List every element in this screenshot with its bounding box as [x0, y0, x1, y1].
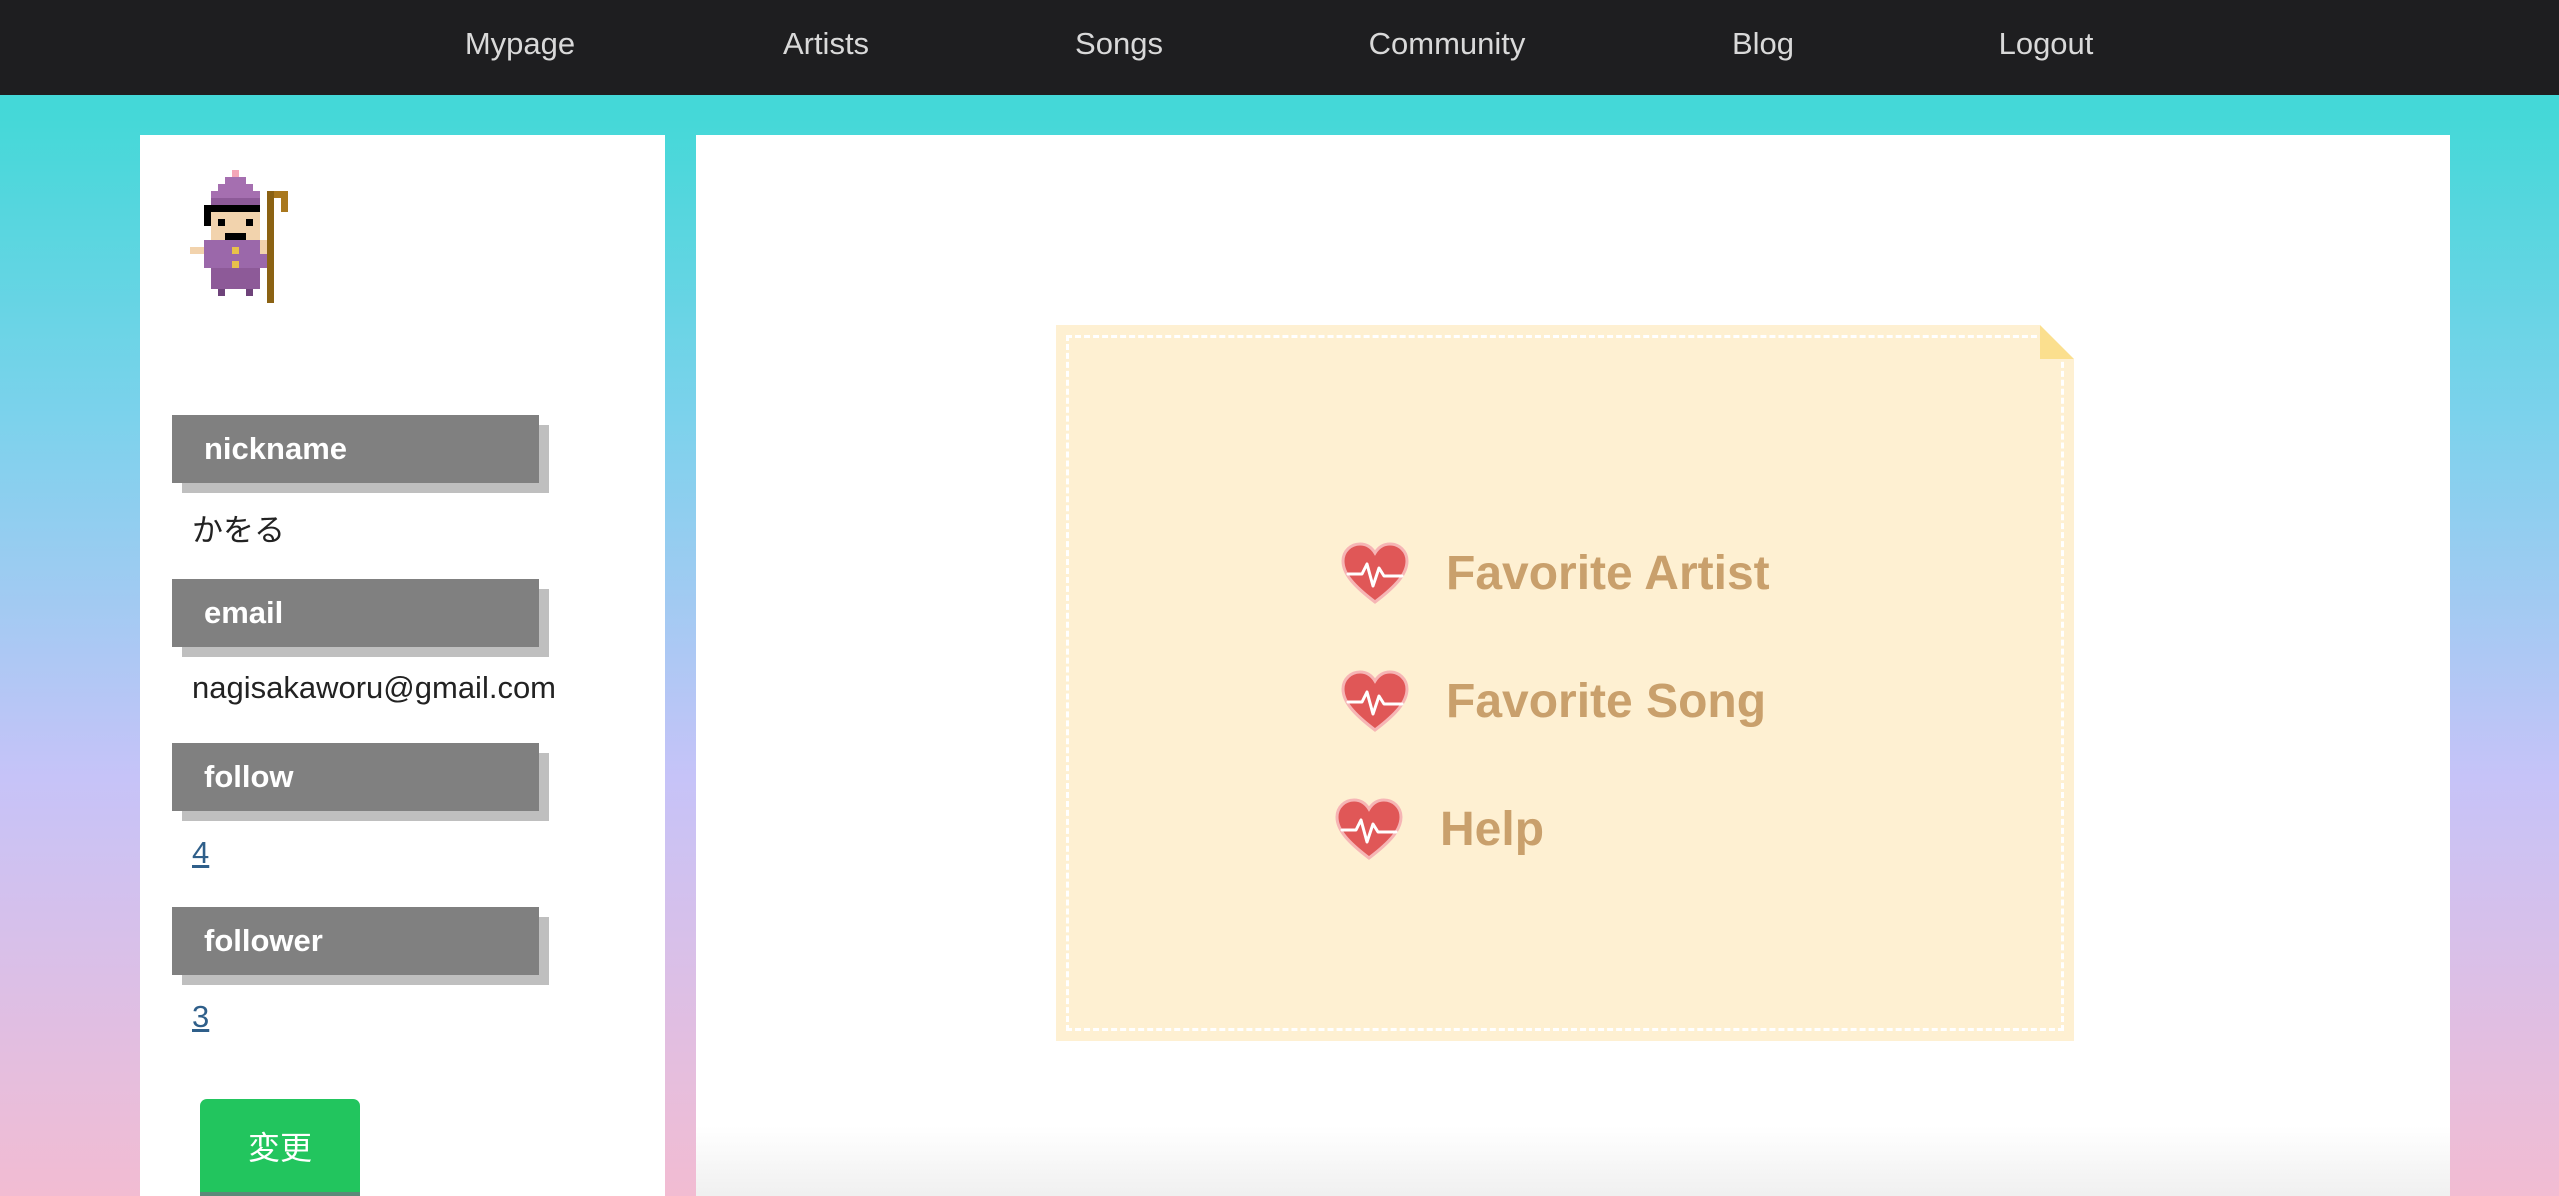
- change-profile-button[interactable]: 変更: [200, 1099, 360, 1196]
- nickname-value: かをる: [192, 513, 285, 548]
- follower-count-link[interactable]: 3: [192, 999, 209, 1035]
- email-label: email: [172, 579, 539, 647]
- nav-community[interactable]: Community: [1369, 0, 1526, 90]
- nickname-label: nickname: [172, 415, 539, 483]
- main-panel: Favorite Artist Favorite Song Help: [696, 135, 2450, 1196]
- nickname-label-text: nickname: [204, 431, 348, 466]
- follower-label: follower: [172, 907, 539, 975]
- nav-logout[interactable]: Logout: [1999, 0, 2094, 90]
- menu-favorite-artist-label: Favorite Artist: [1446, 547, 1770, 600]
- nav-blog[interactable]: Blog: [1732, 0, 1794, 90]
- follow-count-link[interactable]: 4: [192, 835, 209, 871]
- nav-mypage[interactable]: Mypage: [465, 0, 575, 90]
- heart-pulse-icon: [1341, 542, 1409, 604]
- follow-label-text: follow: [204, 759, 294, 794]
- follower-label-text: follower: [204, 923, 323, 958]
- heart-pulse-icon: [1341, 670, 1409, 732]
- nav-artists[interactable]: Artists: [783, 0, 869, 90]
- heart-pulse-icon: [1335, 798, 1403, 860]
- pixel-wizard-icon: [190, 170, 288, 303]
- menu-help-label: Help: [1440, 803, 1545, 856]
- email-value: nagisakaworu@gmail.com: [192, 670, 557, 705]
- nav-songs[interactable]: Songs: [1075, 0, 1163, 90]
- follow-label: follow: [172, 743, 539, 811]
- menu-note-card: Favorite Artist Favorite Song Help: [1056, 325, 2074, 1041]
- menu-favorite-song-label: Favorite Song: [1446, 675, 1767, 728]
- top-navbar: Mypage Artists Songs Community Blog Logo…: [0, 0, 2559, 95]
- profile-sidebar: nickname かをる email nagisakaworu@gmail.co…: [140, 135, 665, 1196]
- note-folded-corner: [2040, 325, 2074, 359]
- bottom-fade: [696, 1126, 2450, 1196]
- email-label-text: email: [204, 595, 284, 630]
